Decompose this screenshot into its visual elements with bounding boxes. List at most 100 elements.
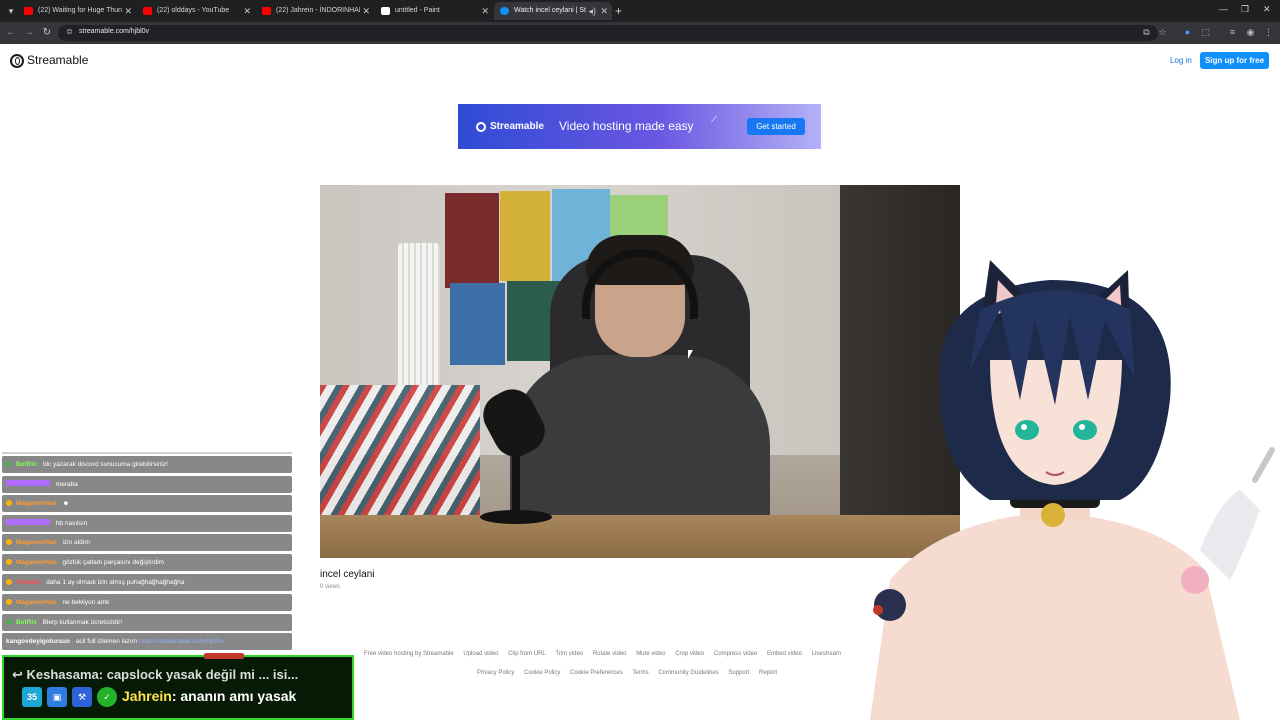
streamable-favicon-icon (500, 7, 509, 15)
audio-playing-icon[interactable]: ◂) (588, 2, 596, 20)
footer-link[interactable]: Privacy Policy (477, 670, 514, 676)
chat-message: kangovdeyigotursun acil full izlemen laz… (2, 633, 292, 650)
footer-link[interactable]: Embed video (767, 651, 802, 657)
get-started-button[interactable]: Get started (747, 118, 805, 135)
chibi-sticker-flower (873, 605, 883, 615)
site-logo-text[interactable]: Streamable (27, 53, 88, 67)
maximize-icon[interactable]: ❐ (1241, 4, 1249, 15)
address-bar[interactable]: ⊜ streamable.com/hjbl0v (58, 25, 1158, 41)
footer-link[interactable]: Community Guidelines (658, 670, 718, 676)
tab-title: (22) Jahrein - İNDORINHAMIN (276, 7, 360, 14)
minimize-icon[interactable]: — (1219, 4, 1228, 14)
extensions-puzzle-icon[interactable]: ⬚ (1200, 27, 1211, 38)
extension-icon[interactable]: ● (1182, 27, 1193, 38)
url-text[interactable]: streamable.com/hjbl0v (79, 28, 149, 35)
wall-poster (500, 191, 550, 281)
sub-badge-icon (6, 559, 12, 565)
video-blanket (320, 385, 480, 515)
chat-text: gözlük çatladı parçasını değiştirdim (62, 559, 164, 566)
sub-badge-icon (6, 539, 12, 545)
browser-tab[interactable]: (22) Jahrein - İNDORINHAMIN ✕ (256, 2, 374, 20)
bell-icon (1041, 503, 1065, 527)
banner-brand: Streamable (490, 121, 544, 132)
footer-link[interactable]: Clip from URL (508, 651, 546, 657)
sub-badge-icon (6, 579, 12, 585)
signup-button[interactable]: Sign up for free (1200, 52, 1269, 69)
chat-username: kangovdeyigotursun (6, 638, 70, 645)
footer-link[interactable]: Support (728, 670, 749, 676)
browser-tab-bar: ▾ (22) Waiting for Huge Thunder ✕ (22) o… (0, 0, 1280, 22)
footer-link[interactable]: Upload video (463, 651, 498, 657)
footer-link[interactable]: Terms (632, 670, 648, 676)
footer-link[interactable]: Free video hosting by Streamable (364, 651, 454, 657)
footer-link[interactable]: Livestream (812, 651, 841, 657)
close-tab-icon[interactable]: ✕ (243, 2, 251, 20)
close-window-icon[interactable]: ✕ (1263, 4, 1271, 15)
media-controls-icon[interactable]: ≡ (1227, 27, 1238, 38)
alert-message: : ananın amı yasak (171, 688, 297, 704)
chat-username: MagamerHan (15, 500, 57, 507)
chat-message: BotRix Blerp kullanmak ücretsizdir! (2, 614, 292, 631)
alert-accent (204, 653, 244, 659)
tab-title: (22) Waiting for Huge Thunder (38, 7, 122, 14)
back-icon[interactable]: ← (4, 26, 18, 40)
chat-username: MagamerHan (15, 559, 57, 566)
eye-left-icon (1015, 420, 1039, 440)
chat-username: Tunavin (15, 579, 41, 586)
paint-favicon-icon (381, 7, 390, 15)
browser-tab[interactable]: (22) olddays - YouTube ✕ (137, 2, 255, 20)
translate-icon[interactable]: ⧉ (1141, 27, 1152, 38)
footer-link[interactable]: Report (759, 670, 777, 676)
footer-link[interactable]: Mute video (636, 651, 665, 657)
banner-tagline: Video hosting made easy (559, 119, 694, 133)
login-link[interactable]: Log in (1170, 56, 1192, 65)
eye-right-icon (1073, 420, 1097, 440)
close-tab-icon[interactable]: ✕ (481, 2, 489, 20)
chat-message: meraba (2, 476, 292, 493)
browser-tab[interactable]: (22) Waiting for Huge Thunder ✕ (18, 2, 136, 20)
avatar-torso (870, 512, 1240, 720)
gift-badge-icon: ▣ (47, 687, 67, 707)
chat-text: daha 1 ay olmadı izin almış puhağhağhağh… (46, 579, 185, 586)
chat-link[interactable]: https://streamable.com/hjbl0v (139, 638, 224, 645)
chat-message: hb nasılsın (2, 515, 292, 532)
site-info-icon[interactable]: ⊜ (66, 27, 73, 36)
footer-link[interactable]: Trim video (555, 651, 583, 657)
new-tab-button[interactable]: + (615, 3, 622, 19)
footer-links-secondary: Privacy Policy Cookie Policy Cookie Pref… (477, 670, 785, 676)
browser-tab[interactable]: untitled - Paint ✕ (375, 2, 493, 20)
browser-tab-active[interactable]: Watch incel ceylani | Stream ◂) ✕ (494, 2, 612, 20)
forward-icon[interactable]: → (22, 26, 36, 40)
footer-link[interactable]: Rotate video (593, 651, 627, 657)
tab-search-icon[interactable]: ▾ (4, 4, 18, 18)
close-tab-icon[interactable]: ✕ (600, 2, 608, 20)
chat-message: MagamerHan ☻ (2, 495, 292, 512)
menu-kebab-icon[interactable]: ⋮ (1263, 27, 1274, 38)
footer-link[interactable]: Compress video (714, 651, 757, 657)
chat-username: BotRix (15, 461, 37, 468)
chat-divider (2, 452, 292, 454)
chat-username: MagamerHan (15, 539, 57, 546)
footer-link[interactable]: Cookie Preferences (570, 670, 623, 676)
reply-icon: ↩ (12, 667, 27, 682)
chat-username-redacted (6, 480, 50, 486)
profile-icon[interactable]: ◉ (1245, 27, 1256, 38)
emote-icon: ☻ (62, 500, 70, 507)
footer-link[interactable]: Cookie Policy (524, 670, 560, 676)
chat-message: MagamerHan izin aldım (2, 534, 292, 551)
mouse-cursor-icon (688, 350, 693, 359)
chat-text: ne bekliyon amk (62, 599, 110, 606)
reload-icon[interactable]: ↻ (40, 26, 54, 40)
promo-banner[interactable]: Streamable Video hosting made easy ⟋ Get… (458, 104, 821, 149)
video-title: incel ceylani (320, 569, 375, 580)
verified-badge-icon: ✓ (97, 687, 117, 707)
bookmark-star-icon[interactable]: ☆ (1157, 27, 1168, 38)
video-views: 0 views (320, 584, 341, 590)
close-tab-icon[interactable]: ✕ (124, 2, 132, 20)
alert-line-2: Jahrein: ananın amı yasak (122, 688, 296, 704)
close-tab-icon[interactable]: ✕ (362, 2, 370, 20)
bot-badge-icon (6, 619, 12, 625)
streamable-logo-icon[interactable] (10, 54, 24, 68)
youtube-favicon-icon (24, 7, 33, 15)
footer-link[interactable]: Crop video (675, 651, 704, 657)
